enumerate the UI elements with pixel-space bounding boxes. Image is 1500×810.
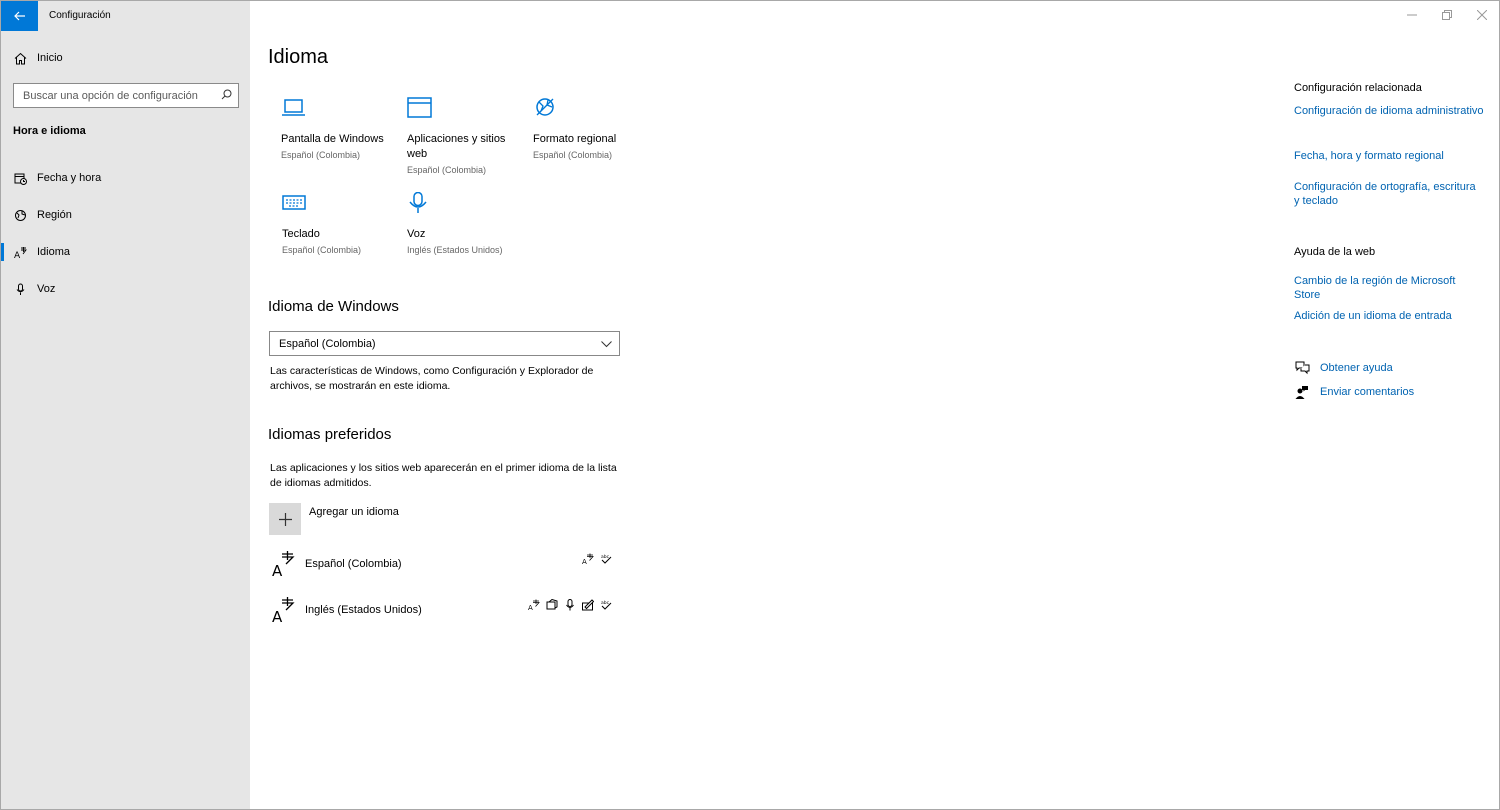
tile-name: Pantalla de Windows	[281, 133, 384, 145]
add-language-label: Agregar un idioma	[309, 506, 399, 518]
microphone-icon	[407, 191, 433, 218]
laptop-icon	[281, 97, 307, 123]
language-features: A abc	[527, 598, 612, 611]
link-admin-language[interactable]: Configuración de idioma administrativo	[1294, 104, 1484, 118]
plus-icon	[269, 503, 301, 535]
minimize-icon	[1407, 14, 1417, 16]
spellcheck-icon: abc	[599, 552, 612, 565]
language-icon: A	[271, 596, 297, 629]
sidebar-item-home[interactable]: Inicio	[13, 51, 63, 65]
spellcheck-icon: abc	[599, 598, 612, 611]
tile-name: Teclado	[282, 228, 320, 240]
tile-name: Voz	[407, 228, 426, 240]
link-add-input-language[interactable]: Adición de un idioma de entrada	[1294, 309, 1484, 323]
list-item[interactable]: A Inglés (Estados Unidos) A abc	[271, 596, 616, 632]
section-title: Hora e idioma	[13, 125, 86, 137]
svg-text:A: A	[582, 558, 587, 565]
restore-icon	[1442, 10, 1452, 20]
language-name: Español (Colombia)	[305, 558, 402, 570]
search-box	[13, 83, 239, 108]
language-icon: A	[271, 550, 297, 583]
sidebar-item-label: Fecha y hora	[37, 172, 102, 184]
tile-subtitle: Español (Colombia)	[281, 150, 361, 160]
page-title: Idioma	[268, 46, 329, 68]
back-button[interactable]	[1, 1, 38, 31]
sidebar-item-label: Voz	[37, 283, 56, 295]
search-icon[interactable]	[221, 87, 232, 105]
tile-subtitle: Español (Colombia)	[407, 165, 487, 175]
tile-voice[interactable]: Voz Inglés (Estados Unidos)	[407, 191, 527, 257]
list-item[interactable]: A Español (Colombia) A abc	[271, 550, 616, 586]
sidebar-item-label: Inicio	[37, 52, 63, 64]
get-help-link[interactable]: Obtener ayuda	[1294, 360, 1393, 376]
close-icon	[1477, 10, 1487, 20]
restore-button[interactable]	[1432, 5, 1462, 25]
web-help-title: Ayuda de la web	[1294, 246, 1376, 258]
language-name: Inglés (Estados Unidos)	[305, 604, 422, 616]
add-language-button[interactable]: Agregar un idioma	[269, 503, 399, 535]
back-arrow-icon	[13, 11, 25, 21]
close-button[interactable]	[1467, 5, 1497, 25]
tile-name: Formato regional	[533, 133, 617, 145]
tile-subtitle: Inglés (Estados Unidos)	[407, 245, 503, 255]
sidebar-item-date-time[interactable]: Fecha y hora	[1, 161, 250, 195]
minimize-button[interactable]	[1397, 5, 1427, 25]
sidebar-item-voice[interactable]: Voz	[1, 272, 250, 306]
svg-text:A: A	[272, 608, 283, 624]
handwriting-icon	[581, 598, 594, 611]
microphone-icon	[13, 282, 27, 296]
language-icon: A	[13, 245, 27, 259]
link-change-store-region[interactable]: Cambio de la región de Microsoft Store	[1294, 274, 1484, 302]
sidebar: Configuración Inicio Hora e idioma Fecha…	[1, 1, 250, 809]
keyboard-icon	[282, 192, 308, 218]
svg-text:A: A	[14, 251, 21, 259]
home-icon	[13, 51, 27, 65]
preferred-languages-description: Las aplicaciones y los sitios web aparec…	[270, 462, 617, 489]
display-language-icon: A	[527, 598, 540, 611]
chat-help-icon	[1294, 360, 1310, 376]
text-to-speech-icon	[545, 598, 558, 611]
tile-apps-websites[interactable]: Aplicaciones y sitios web Español (Colom…	[407, 97, 527, 177]
link-date-time-format[interactable]: Fecha, hora y formato regional	[1294, 149, 1484, 163]
related-settings-title: Configuración relacionada	[1294, 82, 1422, 94]
svg-text:A: A	[272, 562, 283, 578]
windows-language-select[interactable]: Español (Colombia)	[269, 331, 620, 356]
tile-keyboard[interactable]: Teclado Español (Colombia)	[282, 192, 402, 257]
browser-window-icon	[407, 97, 433, 123]
language-features: A abc	[581, 552, 612, 565]
speech-recognition-icon	[563, 598, 576, 611]
get-help-label: Obtener ayuda	[1320, 362, 1393, 374]
tile-subtitle: Español (Colombia)	[533, 150, 613, 160]
sidebar-item-language[interactable]: A Idioma	[1, 235, 250, 269]
link-spelling-typing-keyboard[interactable]: Configuración de ortografía, escritura y…	[1294, 180, 1484, 208]
chevron-down-icon	[601, 339, 612, 351]
tile-subtitle: Español (Colombia)	[282, 245, 362, 255]
select-value: Español (Colombia)	[279, 337, 376, 350]
globe-format-icon	[533, 97, 559, 123]
feedback-person-icon	[1294, 384, 1310, 400]
tile-windows-display[interactable]: Pantalla de Windows Español (Colombia)	[281, 97, 401, 162]
send-feedback-label: Enviar comentarios	[1320, 386, 1415, 398]
app-title: Configuración	[49, 10, 111, 21]
send-feedback-link[interactable]: Enviar comentarios	[1294, 384, 1414, 400]
display-language-icon: A	[581, 552, 594, 565]
sidebar-item-label: Región	[37, 209, 72, 221]
settings-window: Configuración Inicio Hora e idioma Fecha…	[0, 0, 1500, 810]
windows-language-heading: Idioma de Windows	[268, 298, 399, 315]
svg-text:A: A	[528, 604, 533, 611]
search-input[interactable]	[23, 89, 221, 102]
preferred-languages-heading: Idiomas preferidos	[268, 426, 392, 443]
calendar-clock-icon	[13, 171, 27, 185]
sidebar-item-region[interactable]: Región	[1, 198, 250, 232]
sidebar-item-label: Idioma	[37, 246, 71, 258]
tile-regional-format[interactable]: Formato regional Español (Colombia)	[533, 97, 653, 162]
globe-icon	[13, 208, 27, 222]
windows-language-description: Las características de Windows, como Con…	[270, 365, 594, 392]
tile-name: Aplicaciones y sitios web	[407, 133, 506, 160]
